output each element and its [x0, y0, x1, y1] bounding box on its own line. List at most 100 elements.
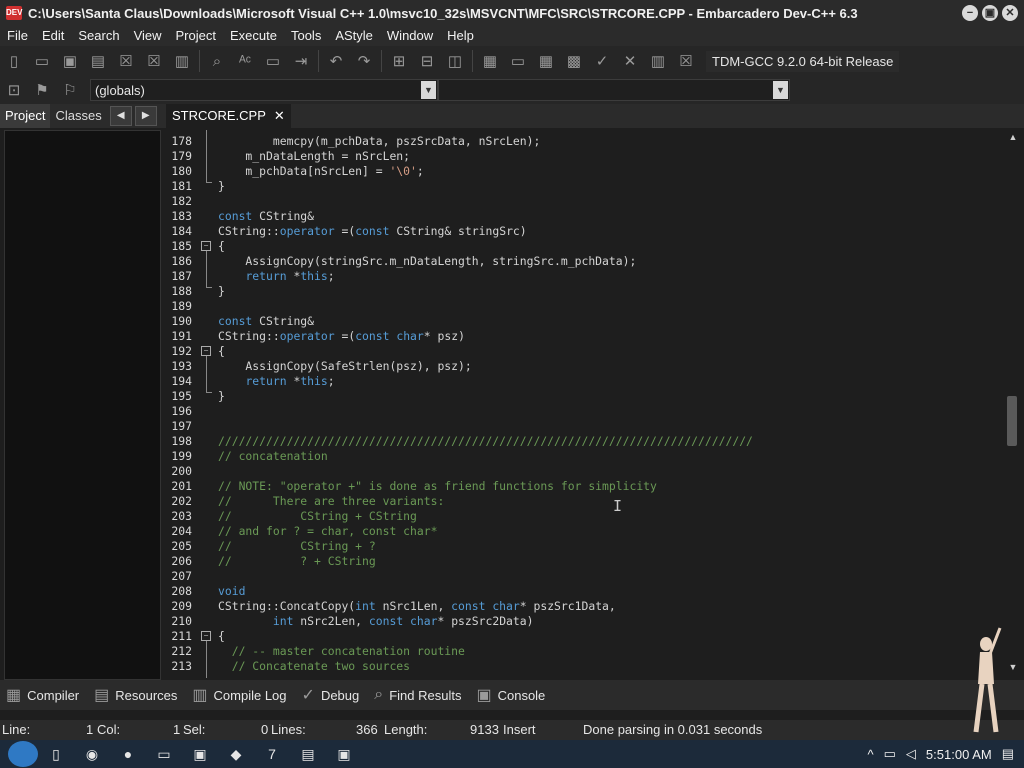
tab-find-results[interactable]: ⌕ Find Results: [368, 680, 470, 710]
menu-bar: File Edit Search View Project Execute To…: [0, 26, 1024, 46]
start-button[interactable]: [8, 741, 38, 767]
toolbar-separator: [199, 50, 200, 72]
menu-tools[interactable]: Tools: [284, 26, 328, 46]
cmd-icon[interactable]: ▣: [188, 742, 212, 766]
menu-help[interactable]: Help: [440, 26, 481, 46]
chevron-down-icon[interactable]: ▼: [421, 81, 436, 99]
code-text: void: [218, 584, 246, 598]
fold-collapse-icon[interactable]: −: [201, 346, 211, 356]
menu-edit[interactable]: Edit: [35, 26, 71, 46]
line-number: 205: [171, 539, 192, 553]
editor-tab-strcore[interactable]: STRCORE.CPP ✕: [166, 104, 291, 128]
tab-debug[interactable]: ✓ Debug: [296, 680, 369, 710]
remove-from-project-icon[interactable]: ⊟: [416, 50, 438, 72]
project-tree[interactable]: [4, 130, 161, 680]
toggle-bookmark-icon[interactable]: ⚑: [31, 79, 53, 101]
maximize-button[interactable]: ▣: [982, 5, 998, 21]
minimize-button[interactable]: −: [962, 5, 978, 21]
rebuild-icon[interactable]: ▩: [563, 50, 585, 72]
editor-tab-label: STRCORE.CPP: [172, 108, 266, 123]
find-icon[interactable]: ⌕: [206, 50, 228, 72]
check-syntax-icon[interactable]: ✓: [591, 50, 613, 72]
tab-project[interactable]: Project: [0, 104, 51, 128]
scope-combo[interactable]: (globals) ▼: [90, 79, 438, 101]
chevron-down-icon[interactable]: ▼: [773, 81, 788, 99]
menu-project[interactable]: Project: [169, 26, 223, 46]
close-all-icon[interactable]: ☒: [143, 50, 165, 72]
line-number: 208: [171, 584, 192, 598]
editor-vertical-scrollbar[interactable]: ▲ ▼: [1004, 130, 1024, 678]
replace-icon[interactable]: ᴬᶜ: [234, 50, 256, 72]
menu-view[interactable]: View: [127, 26, 169, 46]
project-options-icon[interactable]: ◫: [444, 50, 466, 72]
line-number: 199: [171, 449, 192, 463]
devcpp-taskbar-icon[interactable]: ▣: [332, 742, 356, 766]
new-file-icon[interactable]: ▯: [3, 50, 25, 72]
status-sel-value: 0: [261, 722, 269, 737]
code-line: 180 m_pchData[nSrcLen] = '\0';: [166, 164, 1004, 179]
code-line: 212 // -- master concatenation routine: [166, 644, 1004, 659]
bookmark-goto-icon[interactable]: ⇥: [290, 50, 312, 72]
line-number: 210: [171, 614, 192, 628]
code-line: 204 // and for ? = char, const char*: [166, 524, 1004, 539]
open-folder-icon[interactable]: ▭: [31, 50, 53, 72]
print-icon[interactable]: ▥: [171, 50, 193, 72]
notification-icon[interactable]: ▤: [1002, 746, 1014, 762]
save-all-icon[interactable]: ▤: [87, 50, 109, 72]
line-number: 179: [171, 149, 192, 163]
goto-bookmark-icon[interactable]: ⚐: [59, 79, 81, 101]
add-to-project-icon[interactable]: ⊞: [388, 50, 410, 72]
close-icon[interactable]: ✕: [274, 104, 285, 128]
compile-run-icon[interactable]: ▦: [535, 50, 557, 72]
scrollbar-thumb[interactable]: [1007, 396, 1017, 446]
menu-file[interactable]: File: [0, 26, 35, 46]
tab-classes[interactable]: Classes: [50, 104, 106, 128]
file-explorer-icon[interactable]: ▭: [152, 742, 176, 766]
fold-collapse-icon[interactable]: −: [201, 631, 211, 641]
menu-execute[interactable]: Execute: [223, 26, 284, 46]
7zip-icon[interactable]: 7: [260, 742, 284, 766]
symbol-combo[interactable]: ▼: [438, 79, 790, 101]
tab-console[interactable]: ▣ Console: [470, 680, 554, 710]
line-number: 192: [171, 344, 192, 358]
close-button[interactable]: ✕: [1002, 5, 1018, 21]
compiler-select[interactable]: TDM-GCC 9.2.0 64-bit Release: [706, 50, 900, 72]
compile-icon[interactable]: ▦: [479, 50, 501, 72]
chrome-icon[interactable]: ◉: [80, 742, 104, 766]
tab-resources[interactable]: ▤ Resources: [88, 680, 186, 710]
insert-icon[interactable]: ⊡: [3, 79, 25, 101]
app-icon[interactable]: ▤: [296, 742, 320, 766]
scroll-up-icon[interactable]: ▲: [1006, 132, 1020, 144]
tab-compiler[interactable]: ▦ Compiler: [0, 680, 88, 710]
menu-astyle[interactable]: AStyle: [328, 26, 380, 46]
app-icon[interactable]: ◆: [224, 742, 248, 766]
tab-prev-button[interactable]: ◀: [109, 106, 132, 126]
chevron-up-icon[interactable]: ^: [868, 747, 874, 762]
tab-next-button[interactable]: ▶: [134, 106, 157, 126]
goto-icon[interactable]: ▭: [262, 50, 284, 72]
close-file-icon[interactable]: ☒: [115, 50, 137, 72]
clock[interactable]: 5:51:00 AM: [926, 747, 992, 762]
code-line: 191 CString::operator =(const char* psz): [166, 329, 1004, 344]
redo-icon[interactable]: ↷: [353, 50, 375, 72]
code-editor[interactable]: 178 memcpy(m_pchData, pszSrcData, nSrcLe…: [166, 130, 1004, 678]
line-number: 195: [171, 389, 192, 403]
run-icon[interactable]: ▭: [507, 50, 529, 72]
stop-icon[interactable]: ✕: [619, 50, 641, 72]
save-icon[interactable]: ▣: [59, 50, 81, 72]
volume-icon[interactable]: ◁: [906, 746, 916, 762]
code-line: 190 const CString&: [166, 314, 1004, 329]
undo-icon[interactable]: ↶: [325, 50, 347, 72]
scroll-down-icon[interactable]: ▼: [1006, 662, 1020, 674]
profile-icon[interactable]: ▥: [647, 50, 669, 72]
delete-profile-icon[interactable]: ☒: [675, 50, 697, 72]
firefox-icon[interactable]: ●: [116, 742, 140, 766]
menu-search[interactable]: Search: [71, 26, 126, 46]
status-lines-label: Lines:: [271, 722, 306, 737]
code-line: 197: [166, 419, 1004, 434]
menu-window[interactable]: Window: [380, 26, 440, 46]
network-icon[interactable]: ▭: [884, 746, 896, 762]
tab-compile-log[interactable]: ▥ Compile Log: [186, 680, 295, 710]
task-view-icon[interactable]: ▯: [44, 742, 68, 766]
fold-collapse-icon[interactable]: −: [201, 241, 211, 251]
